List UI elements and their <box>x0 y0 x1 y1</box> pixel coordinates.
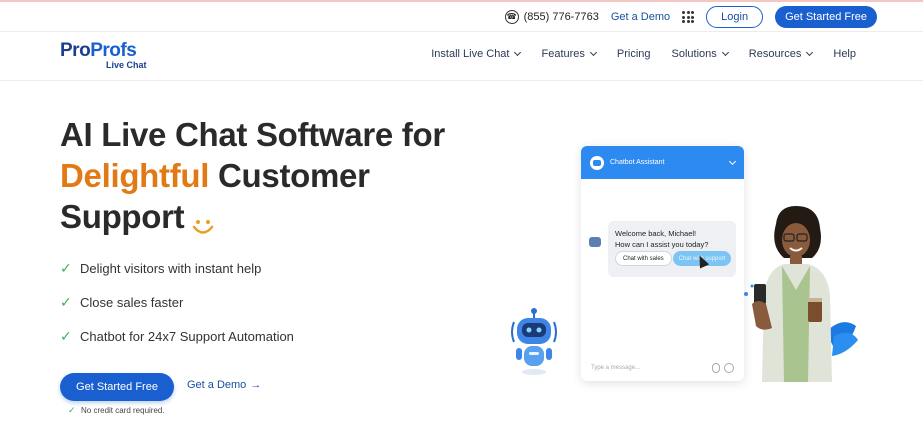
nav-resources[interactable]: Resources <box>749 48 814 60</box>
phone-number: (855) 776-7763 <box>523 11 599 23</box>
chevron-down-icon <box>514 48 522 57</box>
quick-reply-sales[interactable]: Chat with sales <box>615 251 672 266</box>
chat-widget-title: Chatbot Assistant <box>610 159 665 166</box>
arrow-right-icon: → <box>250 379 262 391</box>
login-button[interactable]: Login <box>706 6 764 28</box>
header-get-started-button[interactable]: Get Started Free <box>775 6 877 28</box>
utility-demo-link[interactable]: Get a Demo <box>611 11 670 23</box>
chevron-down-icon <box>589 48 597 57</box>
proprofs-logo[interactable]: ProProfs Live Chat <box>60 40 147 70</box>
chat-widget-header: Chatbot Assistant <box>581 146 744 179</box>
chat-widget-body: Welcome back, Michael! How can I assist … <box>581 179 744 381</box>
nav-help[interactable]: Help <box>833 48 856 60</box>
phone-icon: ☎ <box>504 10 519 24</box>
feature-list: ✓ Delight visitors with instant help ✓ Clo… <box>60 251 294 353</box>
hero-heading: AI Live Chat Software for Delightful Cus… <box>60 114 445 237</box>
logo-product-name: Live Chat <box>106 60 147 70</box>
feature-item: ✓ Chatbot for 24x7 Support Automation <box>60 327 294 344</box>
hero-demo-link[interactable]: Get a Demo → <box>187 379 261 391</box>
hero-heading-line2: Delightful Customer <box>60 157 370 194</box>
bot-message: Welcome back, Michael! How can I assist … <box>608 221 736 277</box>
robot-mascot-icon <box>511 308 557 375</box>
chevron-down-icon <box>721 48 729 57</box>
feature-item: ✓ Close sales faster <box>60 293 184 310</box>
no-credit-card-note: ✓ No credit card required. <box>68 405 165 415</box>
hero-heading-line3: Support <box>60 196 445 237</box>
feature-item: ✓ Delight visitors with instant help <box>60 259 262 276</box>
apps-grid-icon[interactable] <box>682 11 695 23</box>
customer-photo <box>744 206 858 382</box>
header-divider <box>0 31 923 32</box>
hero-heading-line1: AI Live Chat Software for <box>60 116 445 153</box>
check-icon: ✓ <box>60 259 72 276</box>
utility-bar: ☎ (855) 776-7763 Get a Demo Login Get St… <box>504 4 877 30</box>
main-nav: Install Live Chat Features Pricing Solut… <box>431 48 856 60</box>
nav-install-live-chat[interactable]: Install Live Chat <box>431 48 522 60</box>
nav-features[interactable]: Features <box>541 48 597 60</box>
nav-solutions[interactable]: Solutions <box>672 48 729 60</box>
chat-widget-preview: Chatbot Assistant Welcome back, Michael!… <box>581 146 744 381</box>
check-icon: ✓ <box>68 405 76 415</box>
emoji-icon[interactable] <box>724 363 734 373</box>
smile-icon <box>190 208 214 235</box>
chatbot-avatar-icon <box>590 155 604 170</box>
check-icon: ✓ <box>60 293 72 310</box>
phone-link[interactable]: ☎ (855) 776-7763 <box>504 10 599 24</box>
chevron-down-icon <box>806 48 814 57</box>
chevron-down-icon <box>728 157 737 165</box>
hero-highlight-word: Delightful <box>60 157 210 194</box>
top-accent-line <box>0 0 923 2</box>
nav-divider <box>0 80 923 81</box>
nav-pricing[interactable]: Pricing <box>617 48 651 60</box>
bot-icon <box>589 237 601 247</box>
check-icon: ✓ <box>60 327 72 344</box>
hero-get-started-button[interactable]: Get Started Free <box>60 373 174 401</box>
logo-wordmark: ProProfs <box>60 40 137 61</box>
chat-message-input[interactable]: Type a message... <box>591 365 640 371</box>
attachment-icon[interactable] <box>712 363 720 373</box>
